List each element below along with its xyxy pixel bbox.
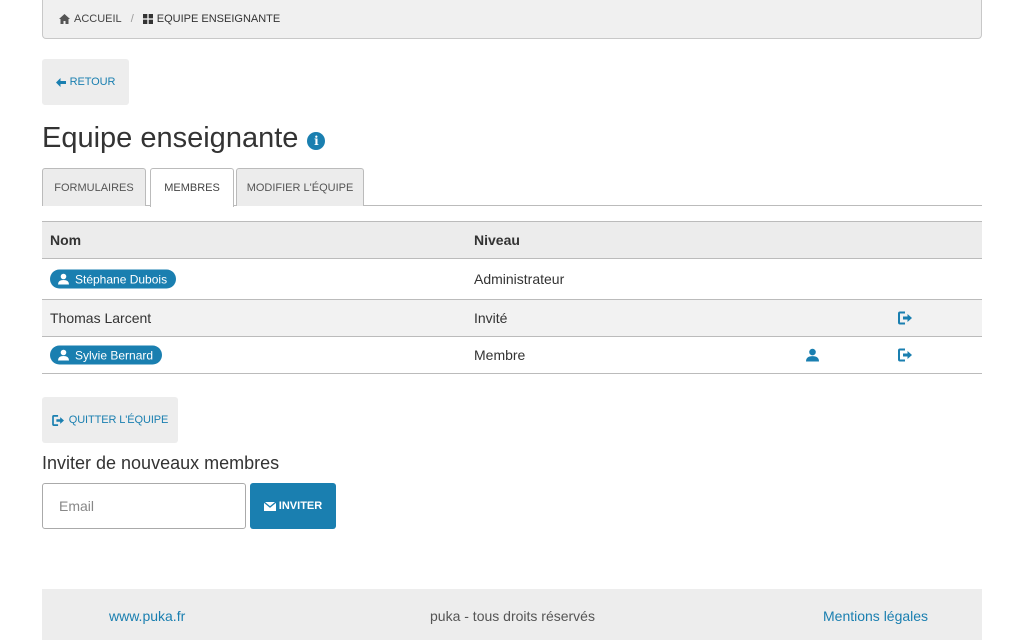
table-row: Thomas Larcent Invité (42, 300, 982, 337)
page-title-text: Equipe enseignante (42, 122, 299, 154)
member-level: Invité (474, 310, 508, 326)
quit-team-button[interactable]: Quitter l'équipe (42, 397, 178, 443)
user-icon (58, 273, 69, 285)
promote-member-button[interactable] (806, 348, 819, 362)
member-name-cell: Stéphane Dubois (50, 269, 177, 289)
user-icon (806, 348, 819, 362)
page-title: Equipe enseignante i (42, 122, 326, 155)
tab-label: Modifier l'équipe (246, 181, 354, 194)
member-level: Membre (474, 347, 526, 363)
invite-button[interactable]: Inviter (250, 483, 336, 529)
arrow-left-icon (55, 77, 66, 87)
column-header-level: Niveau (474, 232, 520, 248)
breadcrumb-current: Equipe enseignante (142, 13, 281, 25)
column-header-name: Nom (50, 232, 82, 248)
member-name: Stéphane Dubois (75, 272, 168, 286)
breadcrumb-home[interactable]: Accueil (59, 13, 122, 25)
info-icon[interactable]: i (307, 131, 326, 150)
home-icon (59, 14, 70, 24)
logout-icon (898, 348, 912, 362)
logout-icon (51, 414, 64, 426)
member-name: Thomas Larcent (50, 310, 152, 326)
member-name-cell: Sylvie Bernard (50, 345, 163, 365)
envelope-icon (263, 501, 276, 511)
email-input[interactable] (42, 483, 246, 529)
table-header: Nom Niveau (42, 222, 982, 259)
back-button-label: Retour (69, 76, 116, 88)
breadcrumb-separator: / (130, 13, 134, 25)
user-icon (58, 349, 69, 361)
members-table: Nom Niveau Stéphane Dubois Administrateu… (42, 221, 982, 374)
breadcrumb-home-label: Accueil (74, 13, 122, 25)
table-row: Sylvie Bernard Membre (42, 337, 982, 374)
tab-label: Formulaires (54, 181, 134, 194)
table-row: Stéphane Dubois Administrateur (42, 259, 982, 300)
logout-icon (898, 311, 912, 325)
invite-heading: Inviter de nouveaux membres (42, 453, 280, 473)
invite-button-label: Inviter (278, 500, 323, 512)
tab-modifier-equipe[interactable]: Modifier l'équipe (236, 168, 364, 206)
quit-team-label: Quitter l'équipe (68, 414, 169, 426)
tab-bar: Formulaires Membres Modifier l'équipe (42, 168, 982, 207)
footer-legal-link[interactable]: Mentions légales (823, 608, 928, 624)
member-badge[interactable]: Sylvie Bernard (50, 345, 163, 365)
tab-formulaires[interactable]: Formulaires (42, 168, 146, 206)
remove-member-button[interactable] (898, 348, 913, 362)
member-badge[interactable]: Stéphane Dubois (50, 269, 177, 289)
grid-icon (142, 14, 153, 24)
breadcrumb: Accueil / Equipe enseignante (42, 0, 982, 39)
member-name: Sylvie Bernard (75, 348, 154, 362)
footer-site-link[interactable]: www.puka.fr (109, 608, 185, 624)
footer-copyright: puka - tous droits réservés (430, 608, 595, 624)
member-level: Administrateur (474, 271, 565, 287)
back-button[interactable]: Retour (42, 59, 129, 105)
remove-member-button[interactable] (898, 311, 913, 325)
footer: www.puka.fr puka - tous droits réservés … (42, 589, 982, 640)
tab-label: Membres (164, 182, 220, 194)
breadcrumb-current-label: Equipe enseignante (156, 13, 281, 25)
tab-membres[interactable]: Membres (150, 168, 234, 207)
